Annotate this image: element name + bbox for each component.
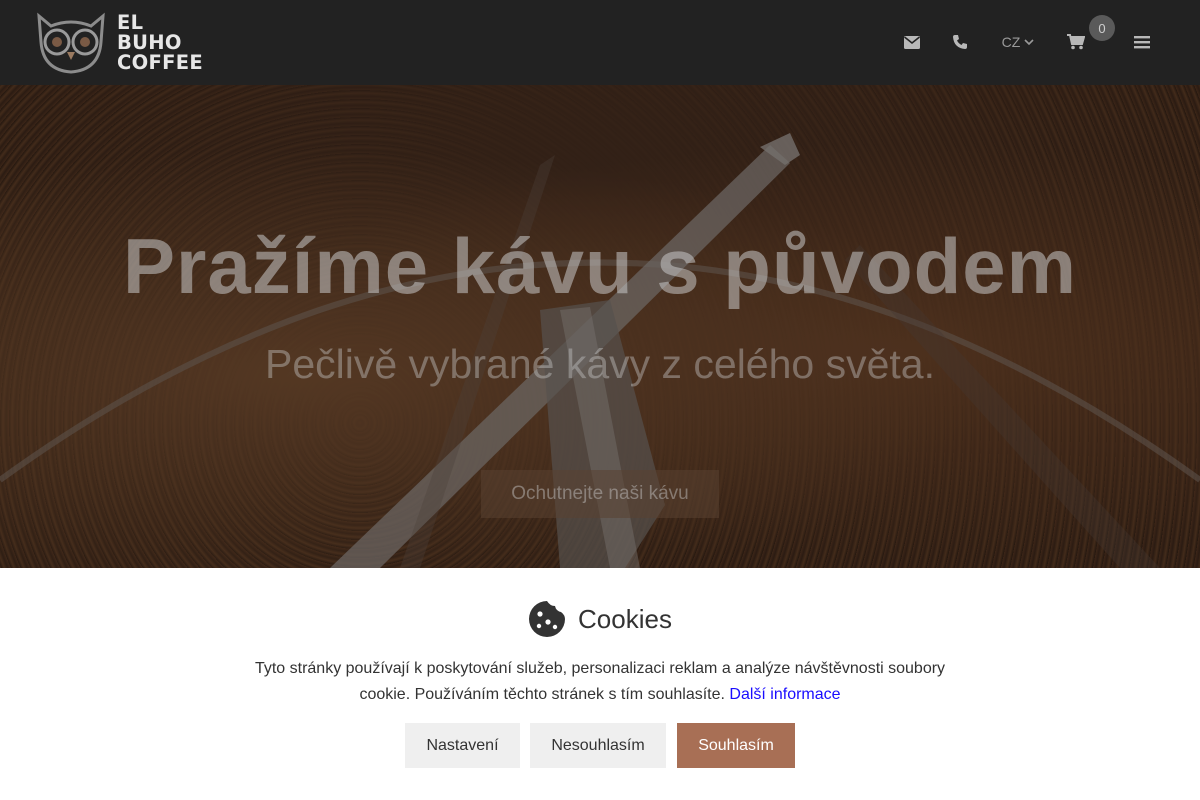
hamburger-menu-icon — [1134, 36, 1150, 49]
email-button[interactable] — [902, 30, 922, 54]
owl-logo-icon — [37, 12, 105, 74]
phone-icon — [953, 35, 967, 49]
cookie-title: Cookies — [578, 603, 672, 634]
hero-subtitle: Pečlivě vybrané kávy z celého světa. — [265, 341, 935, 387]
menu-button[interactable] — [1132, 30, 1152, 54]
cookie-banner: Cookies Tyto stránky používají k poskyto… — [0, 568, 1200, 800]
cookie-accept-button[interactable]: Souhlasím — [677, 723, 795, 768]
cookie-icon — [529, 601, 566, 637]
chevron-down-icon — [1024, 38, 1034, 45]
more-info-link[interactable]: Další informace — [729, 686, 840, 703]
logo-line: BUHO — [117, 31, 182, 54]
logo-line: EL — [117, 11, 144, 34]
logo-wordmark: EL BUHO COFFEE — [117, 13, 203, 73]
taste-coffee-button[interactable]: Ochutnejte naši kávu — [481, 470, 719, 518]
envelope-icon — [904, 35, 920, 49]
cookie-heading: Cookies — [0, 600, 1200, 638]
language-label: CZ — [1001, 34, 1021, 50]
shopping-cart-icon — [1067, 34, 1085, 50]
cookie-text: Tyto stránky používají k poskytování slu… — [254, 660, 946, 703]
cookie-settings-button[interactable]: Nastavení — [405, 723, 520, 768]
language-selector[interactable]: CZ — [1000, 30, 1036, 54]
cookie-decline-button[interactable]: Nesouhlasím — [530, 723, 666, 768]
hero-title: Pražíme kávu s původem — [122, 222, 1078, 310]
logo-line: COFFEE — [117, 51, 203, 74]
hero-banner: Pražíme kávu s původem Pečlivě vybrané k… — [0, 85, 1200, 568]
cart-button[interactable] — [1066, 30, 1086, 54]
cart-count-badge: 0 — [1089, 15, 1115, 41]
site-header: EL BUHO COFFEE CZ 0 — [0, 0, 1200, 85]
phone-button[interactable] — [950, 30, 970, 54]
site-logo[interactable]: EL BUHO COFFEE — [33, 12, 213, 74]
cookie-description: Tyto stránky používají k poskytování slu… — [240, 656, 960, 708]
